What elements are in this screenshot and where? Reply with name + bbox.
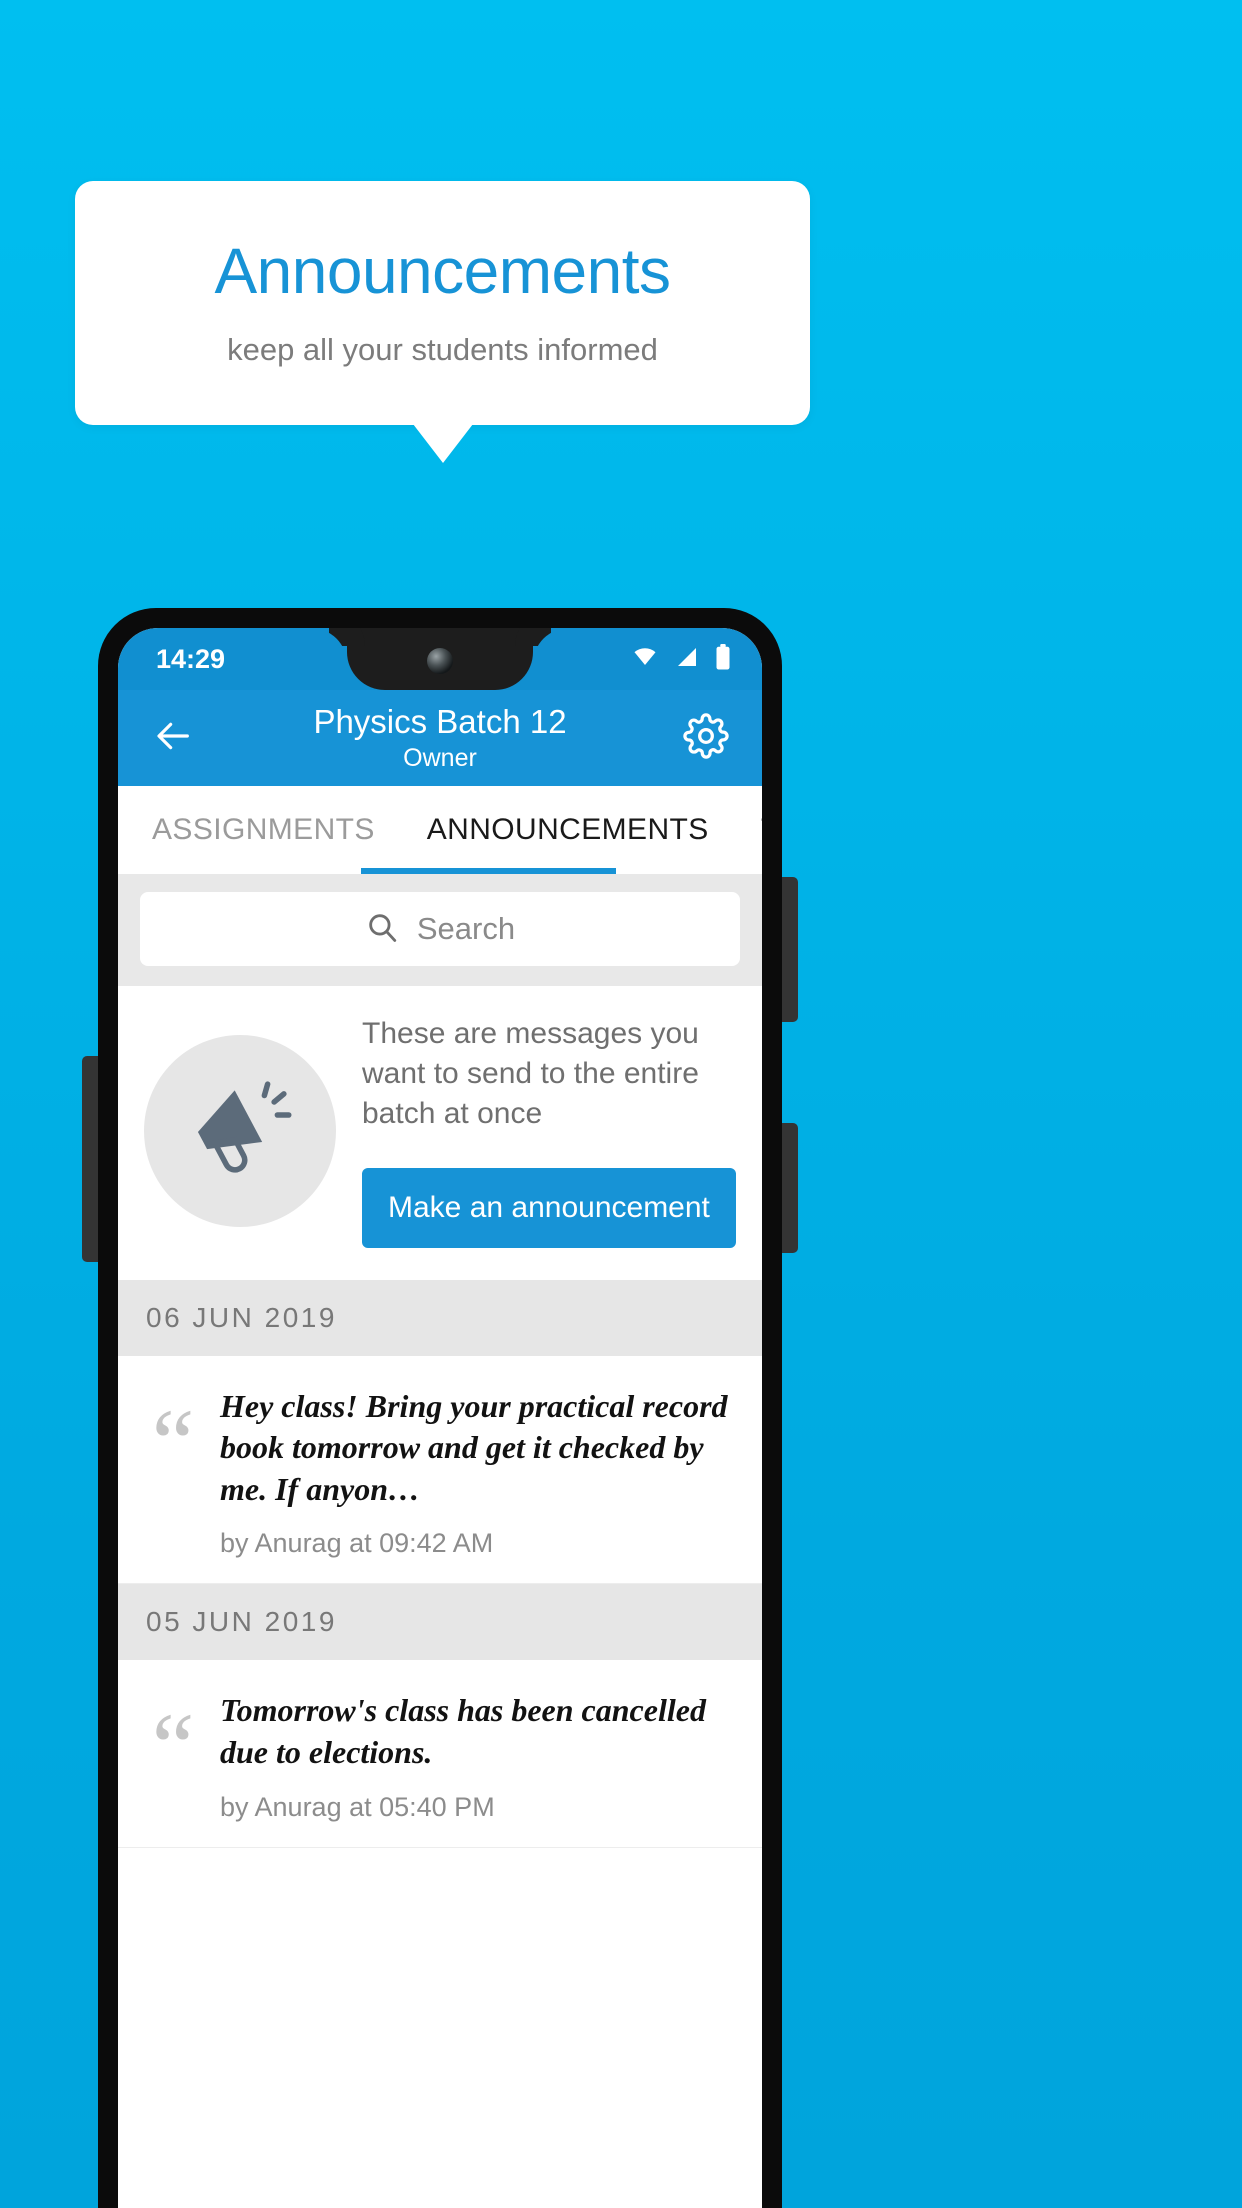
search-placeholder: Search [416, 911, 516, 946]
app-bar: Physics Batch 12 Owner [118, 690, 762, 786]
empty-state-content: These are messages you want to send to t… [362, 1014, 736, 1248]
date-header: 06 JUN 2019 [118, 1279, 762, 1356]
empty-state-description: These are messages you want to send to t… [362, 1017, 699, 1130]
tab-bar: ASSIGNMENTS ANNOUNCEMENTS TESTS ’ [118, 786, 762, 874]
promo-card: Announcements keep all your students inf… [75, 181, 810, 425]
megaphone-icon [188, 1076, 292, 1185]
search-section: Search [118, 874, 762, 986]
phone-frame: 14:29 Physics Batch 12 Owner ASSIGNMENTS… [98, 608, 782, 2208]
phone-power-button[interactable] [782, 877, 798, 1022]
announcement-list-item[interactable]: “ Tomorrow's class has been cancelled du… [118, 1660, 762, 1848]
announcement-empty-state: These are messages you want to send to t… [118, 986, 762, 1280]
app-bar-titles: Physics Batch 12 Owner [118, 703, 762, 774]
search-input[interactable]: Search [140, 892, 740, 966]
status-icons [630, 643, 732, 675]
promo-title: Announcements [214, 235, 671, 308]
make-announcement-button[interactable]: Make an announcement [362, 1167, 736, 1248]
wifi-icon [630, 645, 660, 674]
tab-active-indicator [361, 868, 616, 874]
arrow-left-icon [152, 716, 196, 761]
announcement-body: Tomorrow's class has been cancelled due … [220, 1690, 738, 1822]
phone-volume-down-button[interactable] [782, 1123, 798, 1253]
announcement-body: Hey class! Bring your practical record b… [220, 1386, 738, 1560]
battery-icon [714, 643, 732, 675]
back-button[interactable] [146, 710, 202, 766]
page-subtitle: Owner [403, 744, 477, 773]
status-bar: 14:29 [118, 628, 762, 690]
gear-icon [683, 712, 729, 764]
status-time: 14:29 [156, 643, 226, 674]
quote-icon: “ [151, 1388, 195, 1496]
front-camera [427, 648, 453, 674]
tab-assignments[interactable]: ASSIGNMENTS [126, 786, 401, 874]
phone-notch [347, 628, 533, 690]
date-header: 05 JUN 2019 [118, 1584, 762, 1661]
megaphone-icon-container [144, 1034, 336, 1227]
signal-icon [674, 645, 700, 674]
settings-button[interactable] [678, 710, 734, 766]
announcement-meta: by Anurag at 05:40 PM [220, 1791, 495, 1822]
announcement-list-item[interactable]: “ Hey class! Bring your practical record… [118, 1355, 762, 1585]
tab-announcements[interactable]: ANNOUNCEMENTS [401, 786, 735, 874]
phone-volume-button[interactable] [82, 1056, 98, 1262]
announcement-text: Tomorrow's class has been cancelled due … [220, 1692, 706, 1771]
tab-tests[interactable]: TESTS [735, 786, 762, 874]
announcement-text: Hey class! Bring your practical record b… [220, 1387, 728, 1507]
promo-card-tail [413, 424, 473, 463]
promo-subtitle: keep all your students informed [227, 331, 658, 367]
quote-icon: “ [151, 1693, 195, 1801]
page-title: Physics Batch 12 [313, 702, 567, 740]
announcement-meta: by Anurag at 09:42 AM [220, 1528, 494, 1559]
search-icon [365, 910, 399, 949]
phone-screen: 14:29 Physics Batch 12 Owner ASSIGNMENTS… [118, 628, 762, 2208]
